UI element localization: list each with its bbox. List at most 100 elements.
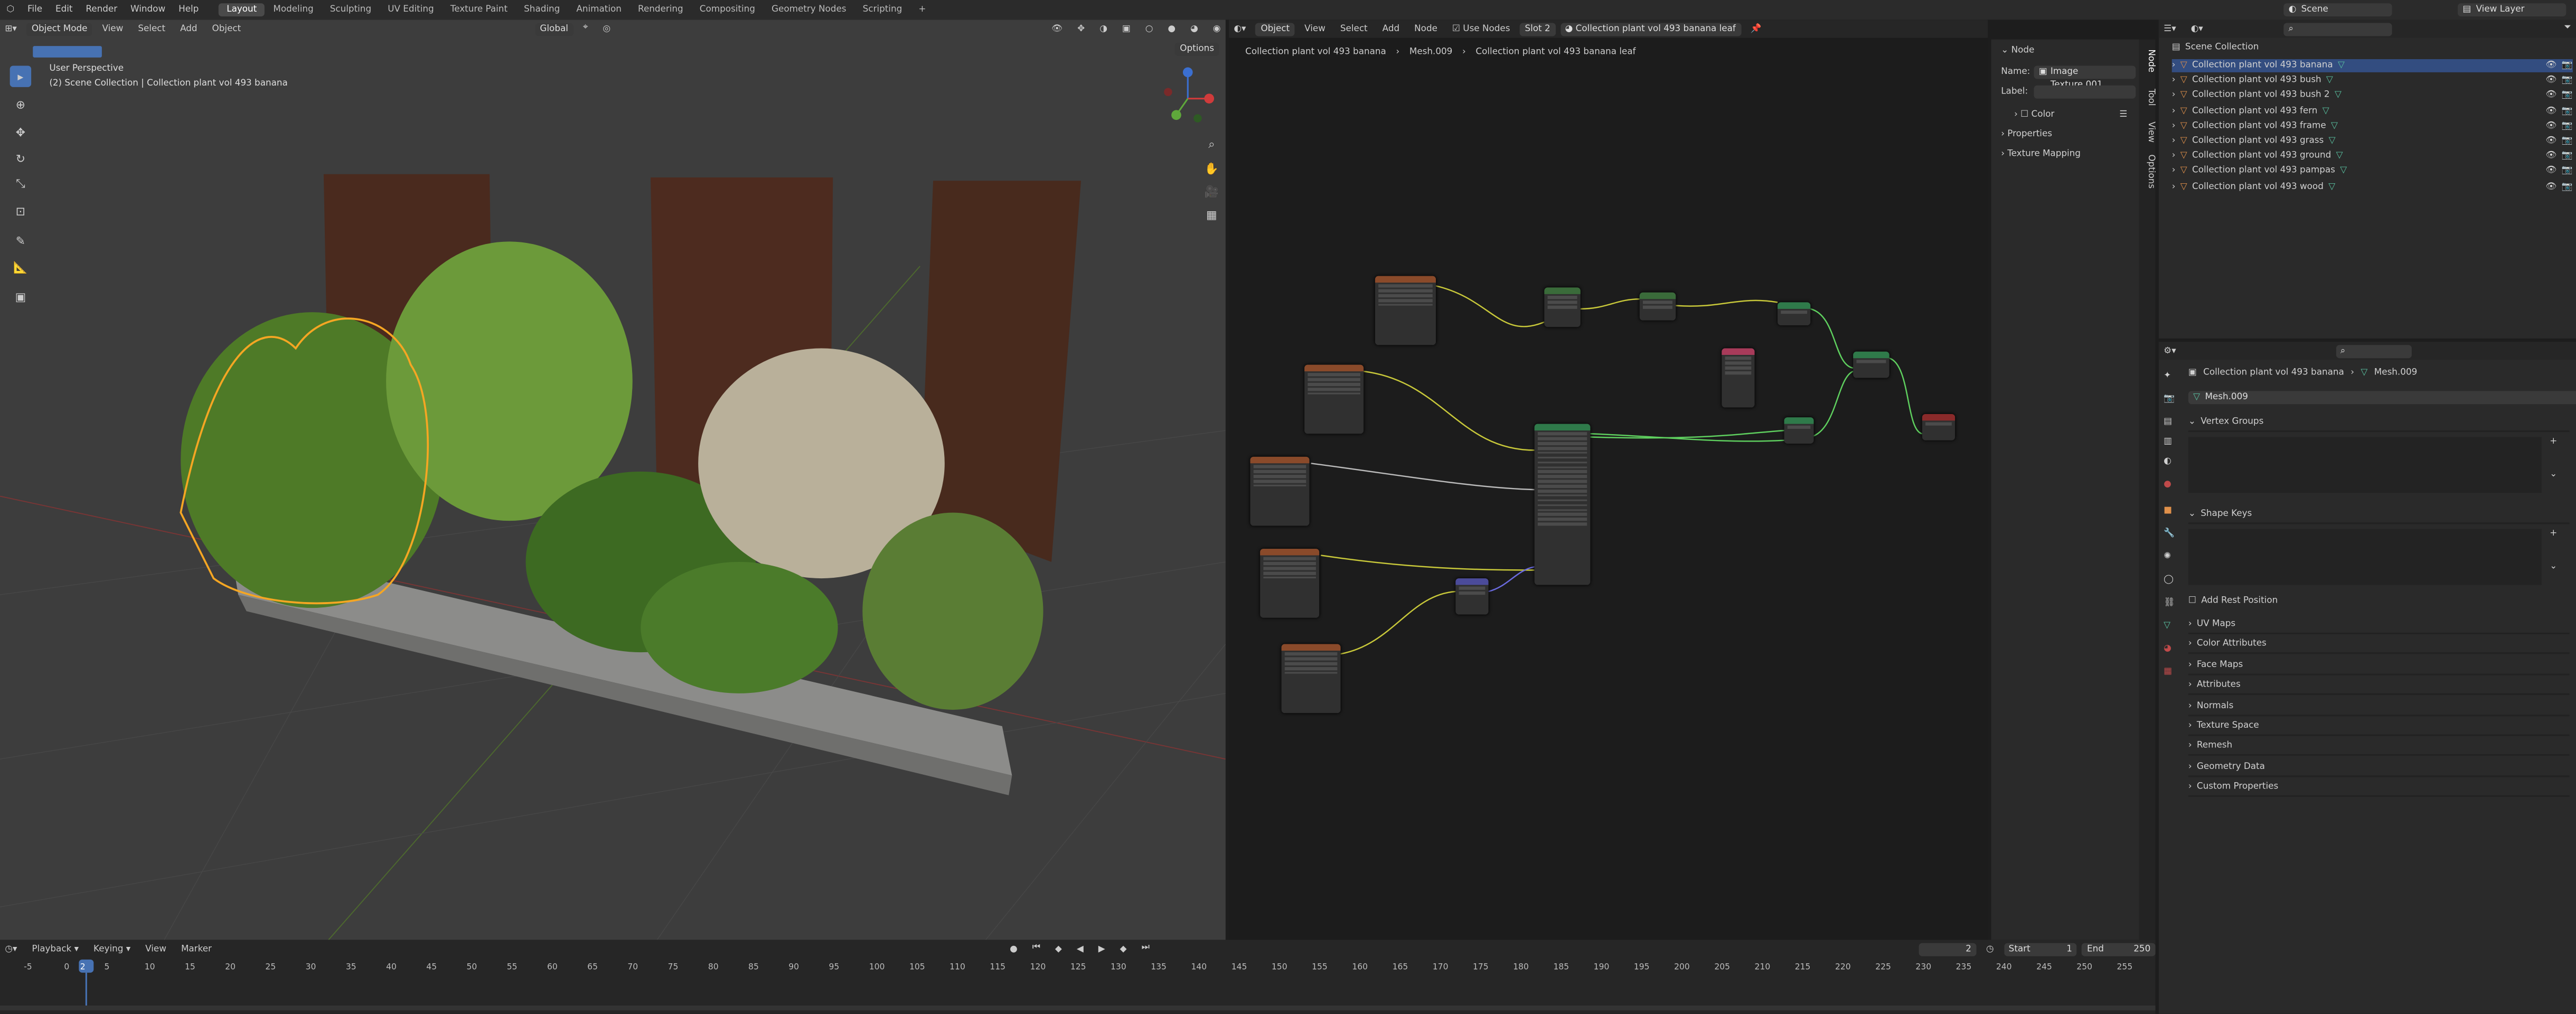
properties-panel-remesh[interactable]: › Remesh <box>2188 738 2570 757</box>
shape-keys-list[interactable] <box>2188 529 2542 585</box>
tab-texture-paint[interactable]: Texture Paint <box>442 3 515 16</box>
expand-arrow-icon[interactable]: › <box>2172 91 2176 101</box>
properties-panel-geometry-data[interactable]: › Geometry Data <box>2188 759 2570 777</box>
properties-panel-texture-space[interactable]: › Texture Space <box>2188 718 2570 736</box>
play-reverse-icon[interactable]: ◀ <box>1071 944 1088 954</box>
image-texture-node[interactable] <box>1250 456 1310 526</box>
properties-editor[interactable]: ⚙▾ ⌕ ▣ Collection plant vol 493 banana › … <box>2158 342 2576 1014</box>
list-icon[interactable]: ☰ <box>2119 110 2127 120</box>
timeline-menu-marker[interactable]: Marker <box>176 944 217 954</box>
outliner-row[interactable]: › ▽ Collection plant vol 493 banana ▽ 👁 📷 <box>2171 59 2573 72</box>
node-label-field[interactable] <box>2034 85 2136 99</box>
tab-scripting[interactable]: Scripting <box>854 3 910 16</box>
eye-icon[interactable]: 👁 <box>2545 91 2556 101</box>
3d-viewport[interactable]: ⊞▾ Object Mode View Select Add Object Gl… <box>0 20 1226 940</box>
camera-icon[interactable]: 📷 <box>2562 152 2573 162</box>
translucent-bsdf-node[interactable] <box>1784 417 1814 444</box>
camera-icon[interactable]: 📷 <box>2562 121 2573 132</box>
shader-editor[interactable]: ◐▾ Object View Select Add Node ☑ Use Nod… <box>1229 20 1988 940</box>
expand-arrow-icon[interactable]: › <box>2172 106 2176 116</box>
timeline-menu-view[interactable]: View <box>140 944 171 954</box>
editor-type-icon[interactable]: ◷▾ <box>0 944 22 954</box>
camera-icon[interactable]: 📷 <box>2562 136 2573 146</box>
camera-icon[interactable]: 📷 <box>2562 166 2573 176</box>
properties-subpanel[interactable]: › Properties <box>2001 130 2052 140</box>
eye-icon[interactable]: 👁 <box>2545 106 2556 116</box>
timeline[interactable]: ◷▾ Playback ▾ Keying ▾ View Marker ● ⏮ ◆… <box>0 940 2156 1014</box>
tab-layout[interactable]: Layout <box>218 3 265 17</box>
tab-tool[interactable]: Tool <box>2139 89 2156 106</box>
expand-arrow-icon[interactable]: › <box>2172 61 2176 71</box>
properties-panel-attributes[interactable]: › Attributes <box>2188 677 2570 696</box>
mesh-name-field[interactable]: ▽ Mesh.009 <box>2188 391 2576 405</box>
outliner-row[interactable]: › ▽ Collection plant vol 493 fern ▽ 👁 📷 <box>2172 105 2573 118</box>
outliner-row[interactable]: › ▽ Collection plant vol 493 bush 2 ▽ 👁 📷 <box>2172 89 2573 102</box>
principled-bsdf-node[interactable] <box>1534 424 1591 585</box>
properties-panel-uv-maps[interactable]: › UV Maps <box>2188 616 2570 634</box>
tab-compositing[interactable]: Compositing <box>691 3 763 16</box>
material-output-node[interactable] <box>1922 414 1955 440</box>
color-subpanel[interactable]: › ☐ Color <box>2014 110 2054 120</box>
vertex-groups-panel[interactable]: ⌄ Vertex Groups <box>2188 414 2570 433</box>
expand-arrow-icon[interactable]: › <box>2172 182 2176 192</box>
shape-keys-panel[interactable]: ⌄ Shape Keys <box>2188 506 2570 524</box>
tab-rendering[interactable]: Rendering <box>629 3 691 16</box>
timeline-menu-playback[interactable]: Playback ▾ <box>27 944 83 954</box>
editor-type-icon[interactable]: ⚙▾ <box>2159 346 2181 356</box>
tool-tab-icon[interactable]: ✦ <box>2164 371 2171 381</box>
particles-tab-icon[interactable]: ✺ <box>2164 552 2171 562</box>
tab-options[interactable]: Options <box>2139 154 2156 189</box>
outliner-search-input[interactable]: ⌕ <box>2283 22 2392 35</box>
properties-panel-color-attributes[interactable]: › Color Attributes <box>2188 636 2570 655</box>
normal-map-node[interactable] <box>1455 578 1489 615</box>
jump-end-icon[interactable]: ⏭ <box>1136 943 1154 955</box>
editor-type-icon[interactable]: ☰▾ <box>2159 24 2181 34</box>
camera-icon[interactable]: 📷 <box>2562 76 2573 86</box>
eye-icon[interactable]: 👁 <box>2545 152 2556 162</box>
play-icon[interactable]: ▶ <box>1093 944 1110 954</box>
tab-modeling[interactable]: Modeling <box>265 3 322 16</box>
texture-mapping-subpanel[interactable]: › Texture Mapping <box>2001 149 2081 159</box>
start-frame-field[interactable]: Start 1 <box>2004 942 2077 956</box>
add-rest-position-checkbox[interactable]: ☐ Add Rest Position <box>2188 596 2278 606</box>
physics-tab-icon[interactable]: ◯ <box>2164 575 2174 585</box>
output-tab-icon[interactable]: ▤ <box>2164 417 2172 427</box>
texture-coordinate-node[interactable] <box>1722 348 1755 408</box>
blender-logo-icon[interactable]: ⬡ <box>0 5 21 15</box>
outliner-row[interactable]: › ▽ Collection plant vol 493 frame ▽ 👁 📷 <box>2172 119 2573 133</box>
render-tab-icon[interactable]: 📷 <box>2164 395 2175 405</box>
camera-icon[interactable]: 📷 <box>2562 91 2573 101</box>
timeline-menu-keying[interactable]: Keying ▾ <box>89 944 136 954</box>
menu-edit[interactable]: Edit <box>49 5 79 15</box>
filter-icon[interactable]: ⏷ <box>2559 23 2576 35</box>
view-layer-tab-icon[interactable]: ▥ <box>2164 437 2172 447</box>
scene-selector[interactable]: ◐ Scene <box>2283 3 2392 17</box>
end-frame-field[interactable]: End 250 <box>2082 942 2156 956</box>
scene-tab-icon[interactable]: ◐ <box>2164 457 2171 467</box>
eye-icon[interactable]: 👁 <box>2545 136 2556 146</box>
eye-icon[interactable]: 👁 <box>2545 76 2556 86</box>
camera-icon[interactable]: 📷 <box>2562 106 2573 116</box>
expand-arrow-icon[interactable]: › <box>2172 136 2176 146</box>
image-texture-node[interactable] <box>1375 276 1436 345</box>
menu-window[interactable]: Window <box>124 5 172 15</box>
outliner-row[interactable]: › ▽ Collection plant vol 493 pampas ▽ 👁 📷 <box>2172 165 2573 178</box>
camera-icon[interactable]: 📷 <box>2562 61 2573 71</box>
material-tab-icon[interactable]: ◕ <box>2164 644 2171 654</box>
properties-search-input[interactable]: ⌕ <box>2335 344 2411 358</box>
menu-render[interactable]: Render <box>79 5 124 15</box>
vertex-groups-list[interactable] <box>2188 437 2542 493</box>
outliner-row[interactable]: › ▽ Collection plant vol 493 wood ▽ 👁 📷 <box>2172 180 2573 193</box>
world-tab-icon[interactable]: ● <box>2164 480 2171 490</box>
eye-icon[interactable]: 👁 <box>2545 182 2556 192</box>
shape-key-menu-button[interactable]: ⌄ <box>2550 562 2557 572</box>
properties-panel-face-maps[interactable]: › Face Maps <box>2188 657 2570 675</box>
vertex-group-menu-button[interactable]: ⌄ <box>2550 470 2557 480</box>
expand-arrow-icon[interactable]: › <box>2172 166 2176 176</box>
tab-uv-editing[interactable]: UV Editing <box>380 3 443 16</box>
outliner[interactable]: ☰▾ ◐▾ ⌕ ⏷ ▤ Scene Collection › ▽ Collection… <box>2158 20 2576 339</box>
record-icon[interactable]: ● <box>1005 944 1022 954</box>
eye-icon[interactable]: 👁 <box>2545 166 2556 176</box>
properties-panel-custom-properties[interactable]: › Custom Properties <box>2188 779 2570 797</box>
tab-node[interactable]: Node <box>2139 49 2156 72</box>
